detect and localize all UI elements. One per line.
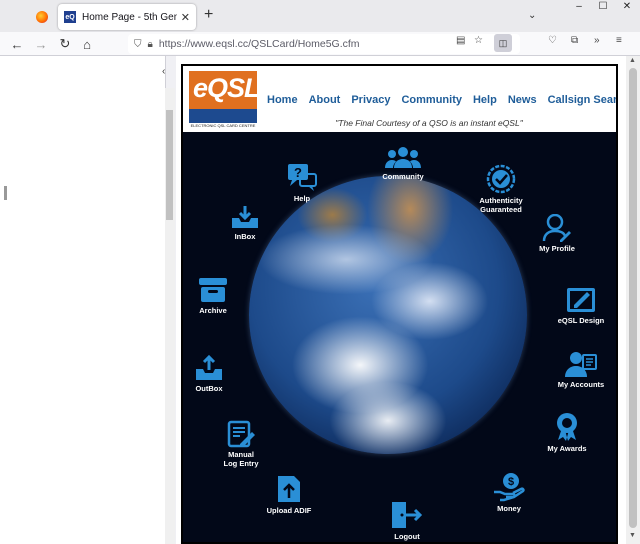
community-button[interactable]: Community bbox=[363, 146, 443, 181]
my-awards-label: My Awards bbox=[547, 444, 587, 453]
logo-box: eQSL bbox=[189, 71, 261, 109]
close-window-button[interactable]: ✕ bbox=[616, 0, 638, 12]
my-accounts-label: My Accounts bbox=[557, 380, 605, 389]
logout-button[interactable]: Logout bbox=[367, 500, 447, 541]
svg-text:$: $ bbox=[508, 476, 514, 488]
page-scroll-thumb[interactable] bbox=[629, 68, 637, 528]
menu-home[interactable]: Home bbox=[267, 94, 298, 106]
help-label: Help bbox=[293, 194, 311, 203]
logo-text: eQSL bbox=[193, 73, 261, 103]
upload-adif-button[interactable]: Upload ADIF bbox=[249, 474, 329, 515]
slogan: "The Final Courtesy of a QSO is an insta… bbox=[335, 118, 523, 128]
badge-check-icon bbox=[486, 164, 516, 194]
design-icon bbox=[567, 288, 595, 312]
tab-strip: eQ Home Page - 5th Generation ✕ + ⌄ – ☐ … bbox=[0, 0, 640, 32]
upload-adif-label: Upload ADIF bbox=[266, 506, 312, 515]
eqsl-design-label: eQSL Design bbox=[557, 316, 605, 325]
help-icon: ? bbox=[288, 164, 317, 191]
lock-icon[interactable]: 🔒︎ bbox=[148, 39, 153, 50]
outbox-icon bbox=[196, 354, 222, 380]
earth-image bbox=[249, 176, 527, 454]
authenticity-label: Authenticity Guaranteed bbox=[479, 196, 523, 214]
favicon-icon: eQ bbox=[64, 11, 76, 23]
outbox-button[interactable]: OutBox bbox=[183, 354, 249, 393]
eqsl-design-button[interactable]: eQSL Design bbox=[541, 286, 616, 325]
new-tab-button[interactable]: + bbox=[204, 7, 213, 23]
forward-icon[interactable]: → bbox=[30, 34, 52, 54]
my-profile-button[interactable]: My Profile bbox=[517, 214, 597, 253]
awards-icon bbox=[557, 413, 577, 441]
money-icon: $ bbox=[494, 473, 525, 502]
pocket-icon[interactable]: ♡ bbox=[548, 35, 557, 46]
accounts-icon bbox=[565, 352, 597, 377]
eqsl-page: eQSL ELECTRONIC QSL CARD CENTRE Home Abo… bbox=[181, 64, 618, 544]
firefox-icon bbox=[36, 11, 48, 23]
url-text[interactable]: https://www.eqsl.cc/QSLCard/Home5G.cfm bbox=[159, 38, 360, 50]
navigation-toolbar: ← → ↻ ⌂ ⛉ 🔒︎ https://www.eqsl.cc/QSLCard… bbox=[0, 32, 640, 56]
archive-icon bbox=[199, 278, 227, 302]
tab-list-button[interactable]: ⌄ bbox=[528, 10, 536, 21]
menu-about[interactable]: About bbox=[309, 94, 341, 106]
profile-icon bbox=[542, 214, 571, 242]
menu-news[interactable]: News bbox=[508, 94, 537, 106]
sidebar-scrollbar[interactable] bbox=[165, 88, 175, 544]
my-awards-button[interactable]: My Awards bbox=[527, 412, 607, 453]
community-label: Community bbox=[382, 172, 424, 181]
sidebar-collapse-icon[interactable]: ‹ bbox=[162, 66, 165, 77]
upload-icon bbox=[278, 476, 300, 502]
overflow-chevron-icon[interactable]: » bbox=[594, 35, 600, 46]
back-icon[interactable]: ← bbox=[6, 34, 28, 54]
menu-help[interactable]: Help bbox=[473, 94, 497, 106]
maximize-button[interactable]: ☐ bbox=[592, 0, 614, 12]
logo-caption: ELECTRONIC QSL CARD CENTRE bbox=[190, 123, 256, 128]
money-button[interactable]: $ Money bbox=[469, 472, 549, 513]
site-menu: Home About Privacy Community Help News C… bbox=[267, 94, 616, 106]
tab-title: Home Page - 5th Generation bbox=[82, 11, 177, 23]
authenticity-button[interactable]: Authenticity Guaranteed bbox=[461, 164, 541, 214]
inbox-button[interactable]: InBox bbox=[205, 204, 285, 241]
reader-view-icon[interactable]: ▤ bbox=[456, 35, 465, 46]
scroll-down-icon[interactable]: ▼ bbox=[629, 532, 636, 539]
page-scrollbar[interactable]: ▲ ▼ bbox=[626, 56, 640, 544]
menu-community[interactable]: Community bbox=[401, 94, 462, 106]
sidebar-handle[interactable] bbox=[4, 186, 7, 200]
menu-icon[interactable]: ≡ bbox=[616, 35, 622, 46]
eqsl-logo[interactable]: eQSL ELECTRONIC QSL CARD CENTRE bbox=[189, 71, 261, 128]
home-icon[interactable]: ⌂ bbox=[76, 34, 98, 54]
sidebar-panel bbox=[0, 56, 166, 544]
manual-log-entry-button[interactable]: Manual Log Entry bbox=[201, 420, 281, 468]
sidebar-toggle-icon[interactable]: ◫ bbox=[494, 34, 512, 52]
archive-label: Archive bbox=[199, 306, 227, 315]
bookmark-star-icon[interactable]: ☆ bbox=[474, 35, 483, 46]
reload-icon[interactable]: ↻ bbox=[54, 34, 76, 54]
shield-icon[interactable]: ⛉ bbox=[134, 39, 142, 50]
scroll-up-icon[interactable]: ▲ bbox=[629, 57, 636, 64]
log-entry-icon bbox=[227, 420, 255, 448]
logo-stripe bbox=[189, 109, 257, 123]
site-header: eQSL ELECTRONIC QSL CARD CENTRE Home Abo… bbox=[183, 66, 616, 132]
my-accounts-button[interactable]: My Accounts bbox=[541, 350, 616, 389]
menu-callsign-search[interactable]: Callsign Search bbox=[548, 94, 616, 106]
inbox-label: InBox bbox=[234, 232, 256, 241]
community-icon bbox=[385, 147, 421, 168]
inbox-icon bbox=[232, 206, 258, 228]
money-label: Money bbox=[497, 504, 521, 513]
tab-active[interactable]: eQ Home Page - 5th Generation ✕ bbox=[58, 4, 196, 30]
extensions-icon[interactable]: ⧉ bbox=[571, 35, 578, 46]
logout-label: Logout bbox=[394, 532, 420, 541]
minimize-button[interactable]: – bbox=[568, 0, 590, 12]
logout-icon bbox=[392, 502, 423, 528]
manual-log-entry-label: Manual Log Entry bbox=[223, 450, 259, 468]
sidebar-scroll-thumb[interactable] bbox=[166, 110, 173, 220]
menu-privacy[interactable]: Privacy bbox=[351, 94, 390, 106]
tab-firefox[interactable] bbox=[28, 6, 56, 28]
my-profile-label: My Profile bbox=[539, 244, 575, 253]
archive-button[interactable]: Archive bbox=[183, 276, 253, 315]
help-button[interactable]: ? Help bbox=[262, 162, 342, 203]
outbox-label: OutBox bbox=[195, 384, 223, 393]
close-tab-icon[interactable]: ✕ bbox=[181, 11, 190, 24]
